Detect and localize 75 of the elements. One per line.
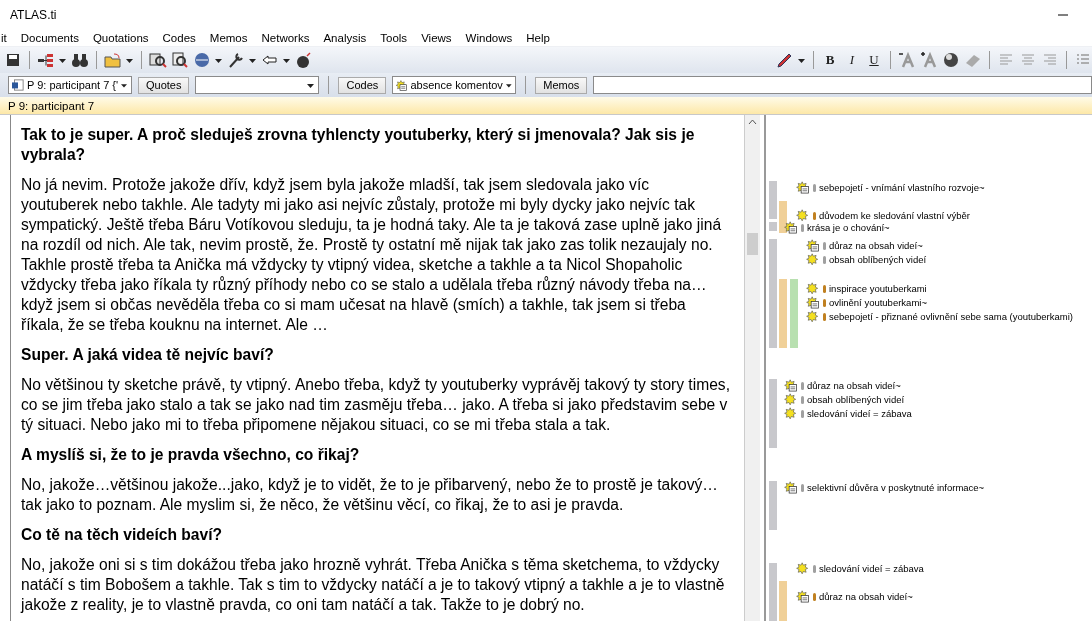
codes-dropdown[interactable]: absence komentov <box>392 76 517 94</box>
code-label[interactable]: sebepojetí - vnímání vlastního rozvoje~ <box>819 182 985 193</box>
answer-text: No, jakože…většinou jakože...jako, když je to vidět, že to je přibarvený, nebo že to prostě je takový…tak jako to poznam. Ale myslim si, že něco, že většinu věcí, co řikaj, že to asi je pravda. <box>21 475 719 515</box>
scrollbar[interactable] <box>745 115 760 621</box>
question-text: Tak to je super. A proč sleduješ zrovna tyhlencty youtuberky, který si jmenovala? Jak sis je vybrala? <box>21 125 696 165</box>
window-title: ATLAS.ti <box>10 8 57 22</box>
memo-code-icon <box>784 481 798 494</box>
code-label[interactable]: obsah oblíbených videí <box>807 394 905 405</box>
code-label[interactable]: krása je o chování~ <box>807 222 890 233</box>
answer-text: No já nevim. Protože jakože dřív, když jsem byla jakože mladší, tak jsem sledovala jako víc youtuberek nebo takhle. Ale tadyty mi jako asi nejvíc zůstaly, protože mi byly dycky jako nejvíc tak sympatický. Ještě třeba Báru Votíkovou sleduju, ta je hodná taky. Ale ta je taková zase uplně jako jiná na rozdíl od nich. Ale tak, nevim prostě, že. Prostě ty ostatní mě nijak tak jako zas tolik nezaujaly no. Takhle prostě třeba ta Anička má vždycky ty vtipný videa, sketche a takhle a ta Nicol Shopaholic vždycky třeba jako říkala ty různý příhody nebo co se stalo a udělala třeba různý návody třeba na…když jsem si občas nevěděla třeba co si mam učesat na hlavě (smích) a takhle, tak jsem si třeba říkala, že se třeba kouknu na internet. Ale … <box>21 175 723 335</box>
memo-code-icon <box>806 296 820 309</box>
menu-item[interactable]: Quotations <box>91 32 150 44</box>
memo-code-icon <box>396 78 408 92</box>
code-icon <box>784 393 798 406</box>
menu-item[interactable]: Tools <box>379 32 409 44</box>
scroll-thumb[interactable] <box>747 233 758 255</box>
tree-icon[interactable] <box>37 51 55 69</box>
menu-item[interactable]: Networks <box>260 32 311 44</box>
code-icon <box>796 209 810 222</box>
code-icon <box>806 282 820 295</box>
code-label[interactable]: sebepojetí - přiznané ovlivnění sebe sama (youtuberkami) <box>829 311 1073 322</box>
code-label[interactable]: inspirace youtuberkami <box>829 283 927 294</box>
search-icon[interactable] <box>149 51 167 69</box>
menu-item[interactable]: Views <box>420 32 453 44</box>
code-label[interactable]: selektivní důvěra v poskytnuté informace~ <box>807 482 985 493</box>
format-button[interactable]: B <box>821 52 839 68</box>
wrench-icon[interactable] <box>227 51 245 69</box>
code-label[interactable]: sledování videí = zábava <box>819 563 924 574</box>
bomb-icon[interactable] <box>295 51 313 69</box>
code-label[interactable]: obsah oblíbených videí <box>829 254 927 265</box>
memos-button[interactable]: Memos <box>535 76 588 94</box>
menu-item[interactable]: Documents <box>19 32 80 44</box>
pen-icon[interactable] <box>776 51 794 69</box>
format-button[interactable]: I <box>843 52 861 68</box>
search-icon[interactable] <box>171 51 189 69</box>
memo-code-icon <box>796 181 810 194</box>
code-label[interactable]: důvodem ke sledování vlastní výběr <box>819 210 971 221</box>
question-text: A myslíš si, že to je pravda všechno, co řikaj? <box>21 445 361 465</box>
menu-item[interactable]: Memos <box>208 32 249 44</box>
document-dropdown[interactable]: P 9: participant 7 {' <box>8 76 132 94</box>
answer-text: No, jakože oni si s tim dokážou třeba jako hrozně vyhrát. Třeba Anička s těma sketchema, to vždycky natáčí s tim Bobošem a takhle. Tak s tim to vždycky natáčí a je to takový vtipný a takhle a je to vlastně jakože z reality, je to vlastně pravda, co oni tam natáčí a tak. Takže to je dobrý no. <box>21 555 726 615</box>
code-label[interactable]: důraz na obsah videí~ <box>807 380 901 391</box>
sphere-icon[interactable] <box>942 51 960 69</box>
menu-item[interactable]: Codes <box>161 32 197 44</box>
menu-item[interactable]: Windows <box>464 32 514 44</box>
question-text: Super. A jaká videa tě nejvíc baví? <box>21 345 275 365</box>
document-icon <box>12 78 24 92</box>
code-icon <box>806 253 820 266</box>
code-icon <box>796 562 810 575</box>
document-title: P 9: participant 7 <box>8 99 95 112</box>
save-icon[interactable] <box>4 51 22 69</box>
code-label[interactable]: důraz na obsah videí~ <box>829 240 923 251</box>
answer-text: No většinou ty sketche právě, ty vtipný. Anebo třeba, když ty youtuberky vyprávěj takový ty story times, co se jim třeba jako stalo a tak se jako nad tim zasměju třeba… jako. A třeba si jako představim sebe v tý situaci. Nebo jako mi to třeba připomene nějakou situaci, co se mi třeba stala a tak. <box>21 375 730 435</box>
font-larger-icon[interactable] <box>920 51 938 69</box>
memo-code-icon <box>784 221 798 234</box>
code-label[interactable]: důraz na obsah videí~ <box>819 591 913 602</box>
folder-icon[interactable] <box>104 51 122 69</box>
binoculars-icon[interactable] <box>71 51 89 69</box>
menu-item[interactable]: Analysis <box>322 32 368 44</box>
memos-field[interactable] <box>593 76 1092 94</box>
code-label[interactable]: sledování videí = zábava <box>807 408 912 419</box>
memo-code-icon <box>796 590 810 603</box>
font-smaller-icon[interactable] <box>898 51 916 69</box>
codes-button[interactable]: Codes <box>338 76 387 94</box>
scroll-up-icon[interactable] <box>748 119 757 125</box>
question-text: Co tě na těch videích baví? <box>21 525 224 545</box>
menu-item[interactable]: Help <box>525 32 551 44</box>
code-label[interactable]: ovlinění youtuberkami~ <box>829 297 927 308</box>
code-icon <box>784 407 798 420</box>
memo-code-icon <box>806 239 820 252</box>
code-icon <box>806 310 820 323</box>
menu-item[interactable]: it <box>0 32 8 44</box>
memo-code-icon <box>784 379 798 392</box>
format-button[interactable]: U <box>865 52 883 68</box>
quotes-button[interactable]: Quotes <box>138 76 190 94</box>
